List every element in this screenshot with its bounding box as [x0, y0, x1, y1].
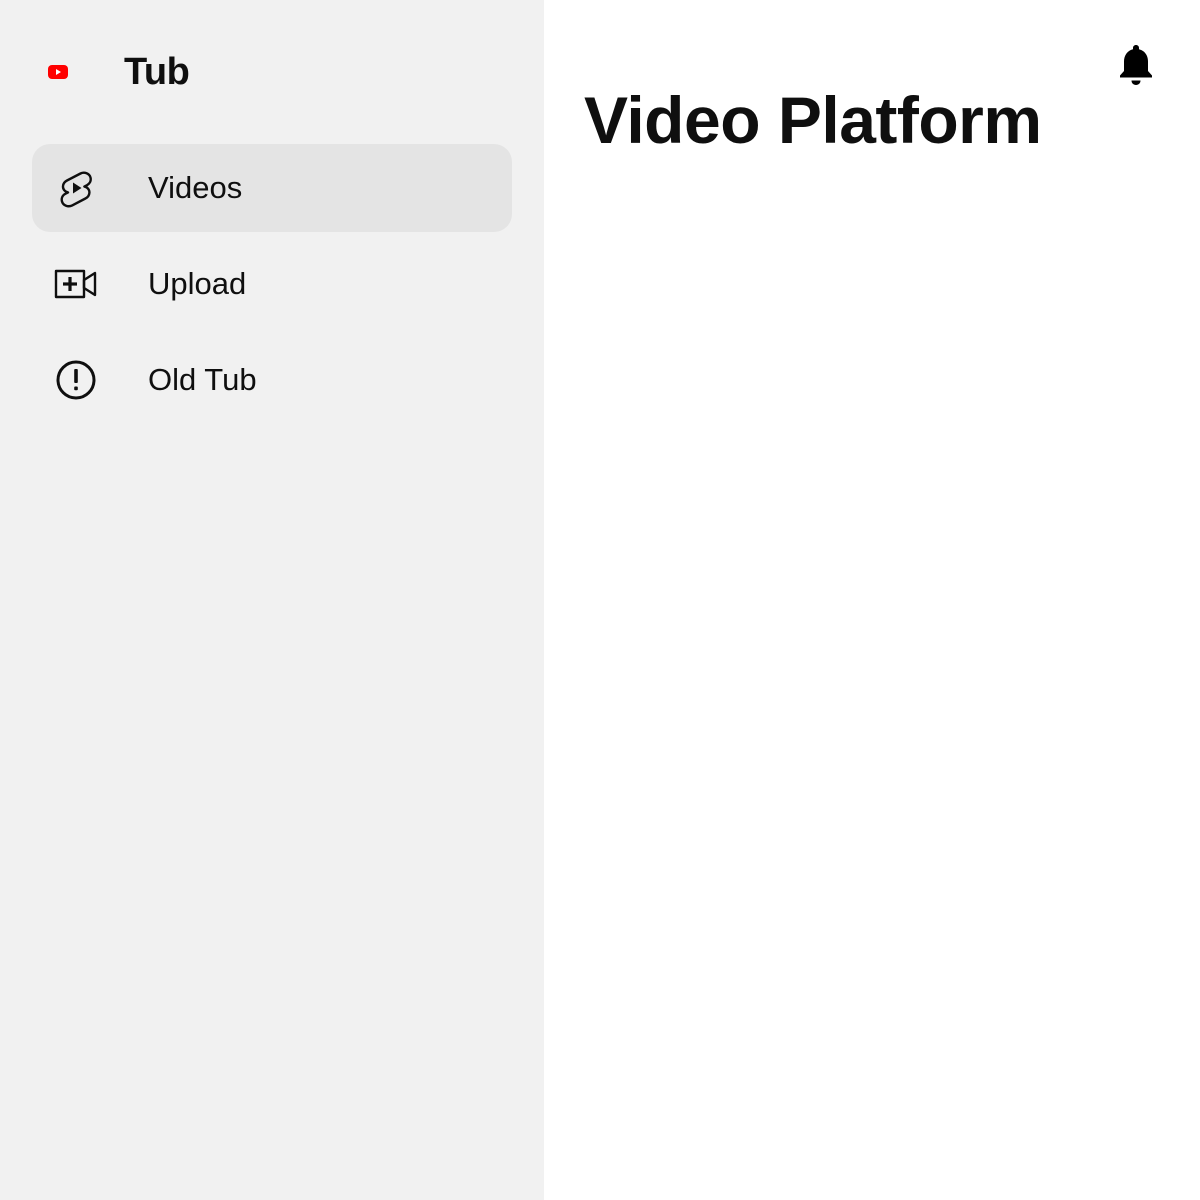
sidebar-item-label: Old Tub: [148, 362, 257, 397]
sidebar-item-videos[interactable]: Videos: [32, 144, 512, 232]
brand[interactable]: Tub: [48, 50, 190, 94]
shorts-icon: [54, 166, 98, 210]
play-logo-icon: [48, 65, 68, 79]
bell-icon[interactable]: [1116, 42, 1156, 88]
page-title: Video Platform: [584, 83, 1042, 157]
video-add-icon: [54, 262, 98, 306]
sidebar-nav: Videos Upload Old Tub: [32, 144, 512, 432]
app-window: Tub Videos Upload Old Tub Video Platform: [0, 0, 1200, 1200]
sidebar-item-label: Videos: [148, 170, 243, 205]
main-content: Video Platform: [544, 0, 1200, 1200]
sidebar-item-upload[interactable]: Upload: [32, 240, 512, 328]
sidebar: Tub Videos Upload Old Tub: [0, 0, 544, 1200]
brand-name: Tub: [124, 51, 190, 93]
alert-circle-icon: [54, 358, 98, 402]
sidebar-item-old-tub[interactable]: Old Tub: [32, 336, 512, 424]
sidebar-item-label: Upload: [148, 266, 247, 301]
